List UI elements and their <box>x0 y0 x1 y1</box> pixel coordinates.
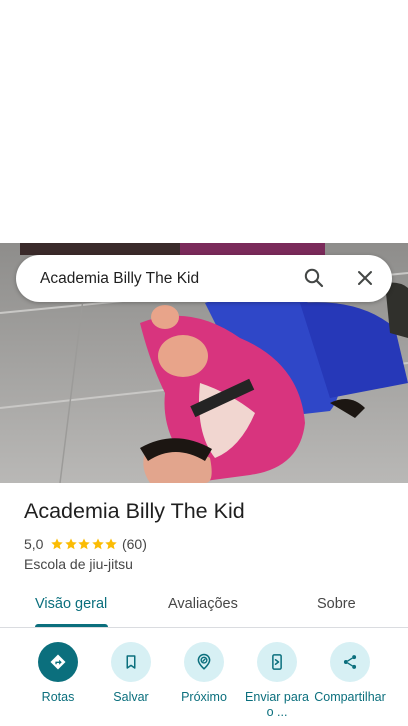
share-icon <box>330 642 370 682</box>
send-to-phone-button[interactable]: Enviar para o ... <box>240 642 314 720</box>
send-to-phone-label: Enviar para o ... <box>245 690 309 719</box>
map-area[interactable] <box>0 0 408 243</box>
search-query[interactable]: Academia Billy The Kid <box>40 255 199 302</box>
rating-stars <box>50 537 118 551</box>
search-bar[interactable]: Academia Billy The Kid <box>16 255 392 302</box>
close-icon[interactable] <box>353 266 377 290</box>
place-category: Escola de jiu-jitsu <box>24 556 133 572</box>
tab-reviews[interactable]: Avaliações <box>168 586 238 626</box>
tabs-divider <box>0 627 408 628</box>
tab-overview[interactable]: Visão geral <box>35 586 107 626</box>
share-button[interactable]: Compartilhar <box>313 642 387 705</box>
review-count: (60) <box>121 536 147 552</box>
star-icon <box>105 538 118 550</box>
nearby-button[interactable]: Próximo <box>167 642 241 705</box>
bookmark-icon <box>111 642 151 682</box>
directions-label: Rotas <box>41 690 75 704</box>
star-icon <box>51 538 64 550</box>
star-icon <box>65 538 77 550</box>
send-to-phone-icon <box>257 642 297 682</box>
rating-row[interactable]: 5,0 (60) <box>24 535 147 553</box>
tab-about[interactable]: Sobre <box>317 586 356 626</box>
share-label: Compartilhar <box>314 690 386 704</box>
place-tabs: Visão geral Avaliações Sobre <box>0 586 408 628</box>
nearby-icon <box>184 642 224 682</box>
save-button[interactable]: Salvar <box>94 642 168 705</box>
directions-button[interactable]: Rotas <box>21 642 95 705</box>
place-title: Academia Billy The Kid <box>24 499 245 523</box>
directions-icon <box>38 642 78 682</box>
star-icon <box>78 538 91 550</box>
search-icon[interactable] <box>302 266 326 290</box>
rating-value: 5,0 <box>24 536 44 552</box>
nearby-label: Próximo <box>181 690 227 704</box>
save-label: Salvar <box>113 690 149 704</box>
star-icon <box>92 538 104 550</box>
